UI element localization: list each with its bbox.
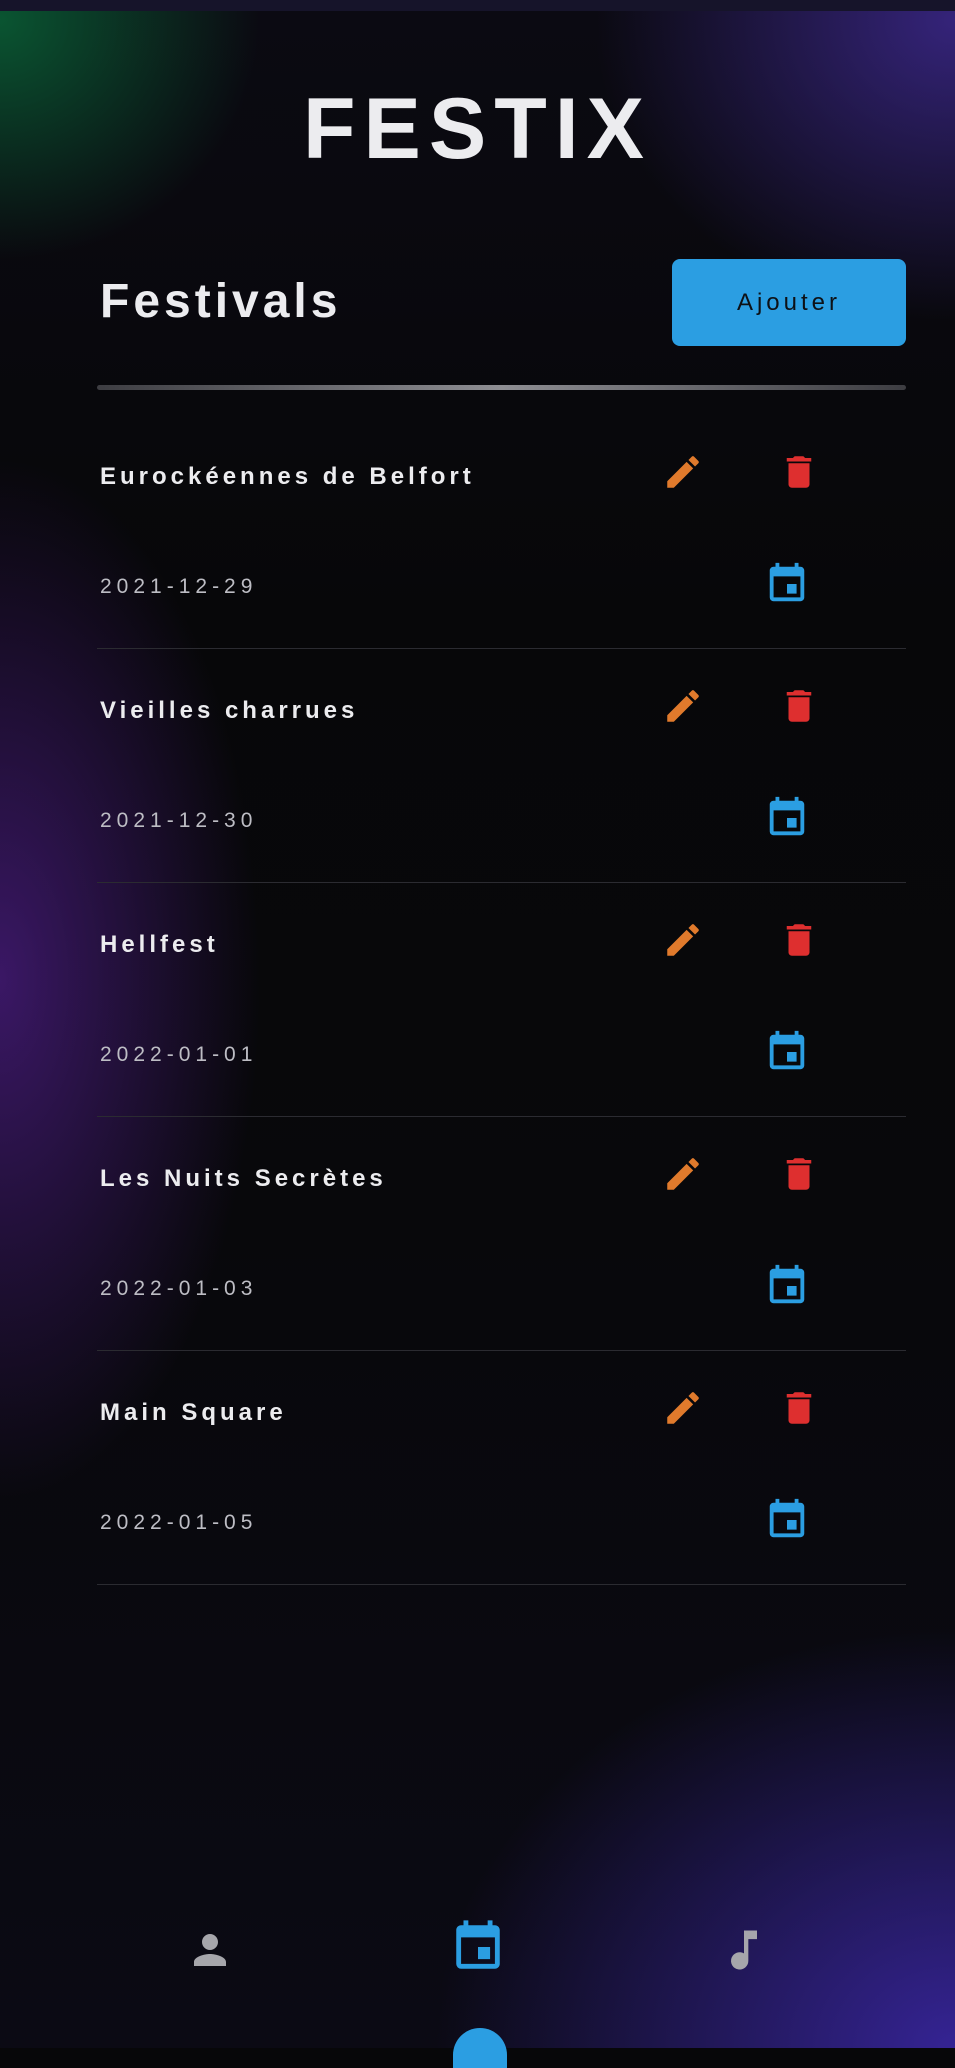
delete-button[interactable] (774, 681, 824, 731)
calendar-button[interactable] (762, 559, 812, 609)
trash-icon (786, 1392, 812, 1424)
calendar-button[interactable] (762, 1495, 812, 1545)
festival-date: 2021-12-30 (100, 809, 258, 832)
festival-name: Les Nuits Secrètes (100, 1165, 387, 1192)
edit-button[interactable] (658, 1383, 708, 1433)
festival-date: 2022-01-01 (100, 1043, 258, 1066)
music-note-icon (731, 1930, 757, 1970)
pencil-icon (667, 456, 699, 488)
delete-button[interactable] (774, 1383, 824, 1433)
person-icon (194, 1934, 226, 1966)
calendar-button[interactable] (762, 793, 812, 843)
trash-icon (786, 1158, 812, 1190)
edit-button[interactable] (658, 1149, 708, 1199)
list-item: Eurockéennes de Belfort 2021-12-29 (0, 415, 955, 649)
calendar-icon (456, 1920, 500, 1969)
delete-button[interactable] (774, 1149, 824, 1199)
nav-festivals-button[interactable] (448, 1917, 508, 1977)
calendar-button[interactable] (762, 1027, 812, 1077)
row-divider (97, 1584, 906, 1585)
calendar-icon (769, 1030, 805, 1070)
festival-name: Hellfest (100, 931, 219, 958)
delete-button[interactable] (774, 915, 824, 965)
active-tab-indicator (453, 2028, 507, 2068)
pencil-icon (667, 690, 699, 722)
calendar-button[interactable] (762, 1261, 812, 1311)
nav-music-button[interactable] (714, 1920, 774, 1980)
trash-icon (786, 690, 812, 722)
list-item: Vieilles charrues 2021-12-30 (0, 649, 955, 883)
trash-icon (786, 456, 812, 488)
calendar-icon (769, 562, 805, 602)
list-item: Main Square 2022-01-05 (0, 1351, 955, 1585)
festival-date: 2022-01-05 (100, 1511, 258, 1534)
festival-name: Vieilles charrues (100, 697, 359, 724)
festival-name: Main Square (100, 1399, 287, 1426)
edit-button[interactable] (658, 447, 708, 497)
nav-profile-button[interactable] (180, 1920, 240, 1980)
calendar-icon (769, 1264, 805, 1304)
festival-list: Eurockéennes de Belfort 2021-12-29 Vieil… (0, 0, 955, 2048)
festival-date: 2021-12-29 (100, 575, 258, 598)
edit-button[interactable] (658, 915, 708, 965)
pencil-icon (667, 1158, 699, 1190)
pencil-icon (667, 924, 699, 956)
calendar-icon (769, 796, 805, 836)
trash-icon (786, 924, 812, 956)
delete-button[interactable] (774, 447, 824, 497)
calendar-icon (769, 1498, 805, 1538)
edit-button[interactable] (658, 681, 708, 731)
festival-name: Eurockéennes de Belfort (100, 463, 475, 490)
bottom-navigation (0, 1890, 955, 2068)
pencil-icon (667, 1392, 699, 1424)
list-item: Les Nuits Secrètes 2022-01-03 (0, 1117, 955, 1351)
festival-date: 2022-01-03 (100, 1277, 258, 1300)
list-item: Hellfest 2022-01-01 (0, 883, 955, 1117)
